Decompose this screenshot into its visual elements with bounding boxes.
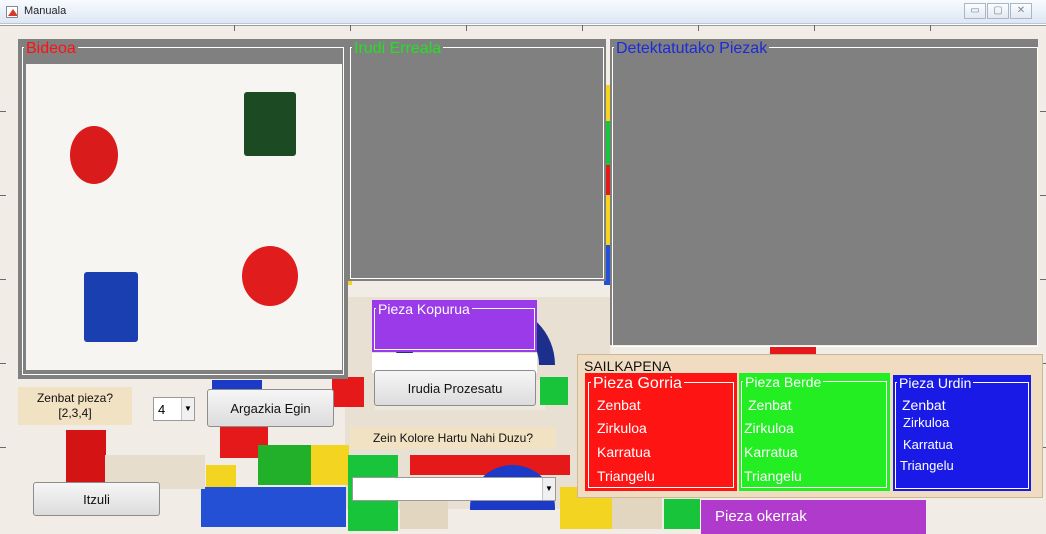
axis-tick [1040, 279, 1046, 280]
color-select[interactable]: ▼ [352, 477, 556, 501]
red-cylinder [242, 246, 298, 306]
blue-circle-label: Zirkuloa [903, 415, 950, 430]
axis-tick [814, 25, 815, 31]
detected-pieces-panel-border [612, 47, 1038, 347]
axis-tick [0, 195, 6, 196]
red-piece-group-title: Pieza Gorria [591, 375, 684, 392]
axis-tick [0, 111, 6, 112]
red-square-label: Karratua [597, 444, 651, 460]
real-image-panel-border [350, 47, 604, 279]
detected-pieces-panel: Detektatutako Piezak [610, 39, 1038, 347]
red-cylinder [70, 126, 118, 184]
process-image-button[interactable]: Irudia Prozesatu [374, 370, 536, 406]
piece-count-panel: Pieza Kopurua [372, 300, 537, 352]
window-controls: ▭ ▢ ✕ [964, 3, 1032, 19]
axis-tick [930, 25, 931, 31]
wrong-pieces-panel: Pieza okerrak [701, 500, 926, 534]
red-circle-label: Zirkuloa [597, 420, 647, 436]
video-frame [26, 64, 342, 370]
background-block [332, 377, 364, 407]
piece-count-select[interactable]: 4 ▼ [153, 397, 195, 421]
video-panel-title: Bideoa [24, 40, 78, 57]
green-triangle-label: Triangelu [744, 468, 802, 484]
blue-cube [84, 272, 138, 342]
piece-count-label: Zenbat pieza? [2,3,4] [18, 387, 132, 425]
axis-tick [466, 25, 467, 31]
axis-tick [234, 25, 235, 31]
chevron-down-icon[interactable]: ▼ [181, 398, 194, 420]
blue-triangle-label: Triangelu [900, 458, 954, 473]
background-block [311, 445, 349, 485]
green-circle-label: Zirkuloa [744, 420, 794, 436]
axis-tick [350, 25, 351, 31]
capture-button[interactable]: Argazkia Egin [207, 389, 334, 427]
window-title: Manuala [24, 5, 67, 17]
background-block [664, 499, 700, 529]
figure-canvas: Bideoa Irudi Erreala Detektatutako Pieza… [0, 25, 1046, 534]
axis-tick [0, 279, 6, 280]
classification-title: SAILKAPENA [584, 358, 672, 374]
close-button[interactable]: ✕ [1010, 3, 1032, 19]
background-block [66, 430, 106, 482]
app-icon [6, 6, 18, 18]
detected-pieces-panel-title: Detektatutako Piezak [614, 40, 770, 57]
background-block [258, 445, 313, 485]
axis-tick [1040, 195, 1046, 196]
blue-square-label: Karratua [903, 437, 953, 452]
background-block [612, 493, 662, 529]
blue-count-label: Zenbat [902, 397, 946, 413]
wrong-pieces-label: Pieza okerrak [715, 508, 807, 525]
axis-tick [698, 25, 699, 31]
green-piece-group-title: Pieza Berde [743, 374, 824, 390]
maximize-button[interactable]: ▢ [987, 3, 1009, 19]
window-titlebar: Manuala ▭ ▢ ✕ [0, 0, 1046, 24]
blue-piece-group-title: Pieza Urdin [897, 375, 974, 391]
green-piece-group: Pieza Berde Zenbat Zirkuloa Karratua Tri… [739, 373, 890, 491]
axis-tick [582, 25, 583, 31]
minimize-button[interactable]: ▭ [964, 3, 986, 19]
axis-tick [1040, 111, 1046, 112]
piece-count-select-value: 4 [158, 402, 166, 417]
green-square-label: Karratua [744, 444, 798, 460]
red-triangle-label: Triangelu [597, 468, 655, 484]
real-image-panel-title: Irudi Erreala [352, 40, 444, 57]
chevron-down-icon[interactable]: ▼ [542, 478, 555, 500]
real-image-panel: Irudi Erreala [348, 39, 606, 281]
axis-top-line [0, 25, 1046, 26]
axis-tick [0, 447, 6, 448]
color-question-label: Zein Kolore Hartu Nahi Duzu? [350, 427, 556, 449]
red-piece-group: Pieza Gorria Zenbat Zirkuloa Karratua Tr… [585, 373, 737, 491]
back-button[interactable]: Itzuli [33, 482, 160, 516]
background-block [206, 465, 236, 489]
axis-tick [0, 363, 6, 364]
piece-count-panel-title: Pieza Kopurua [376, 301, 472, 318]
background-block [540, 377, 568, 405]
green-count-label: Zenbat [748, 397, 792, 413]
green-cube [244, 92, 296, 156]
blue-piece-group: Pieza Urdin Zenbat Zirkuloa Karratua Tri… [893, 375, 1031, 491]
red-count-label: Zenbat [597, 397, 641, 413]
background-block [201, 487, 346, 527]
